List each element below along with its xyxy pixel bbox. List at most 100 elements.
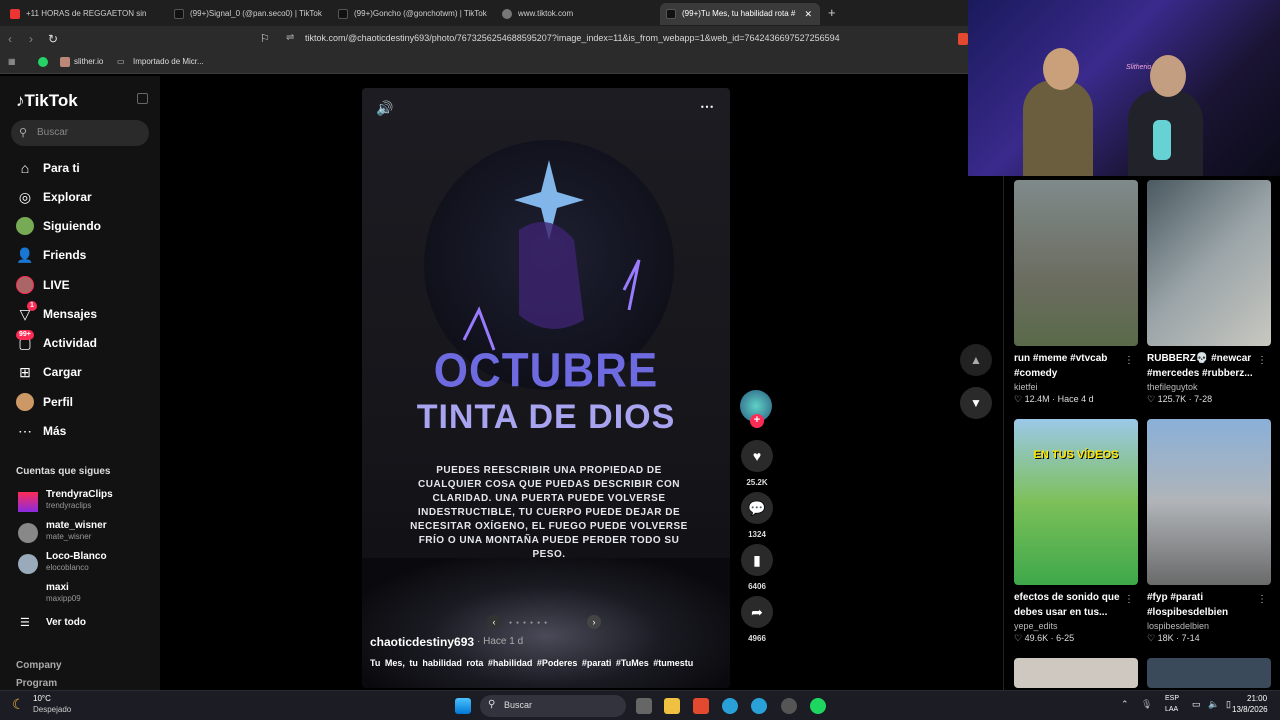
volume-icon[interactable]: 🔊 — [376, 100, 393, 117]
windows-start-icon[interactable] — [455, 698, 471, 714]
close-icon[interactable]: ✕ — [804, 3, 812, 25]
whatsapp-icon[interactable] — [38, 57, 48, 67]
bookmark-slither[interactable]: slither.io — [74, 57, 103, 66]
like-count: 25.2K — [746, 478, 768, 487]
save-button[interactable]: ▮ 6406 — [740, 544, 774, 591]
nav-messages[interactable]: ▽ 1 Mensajes — [16, 301, 146, 325]
edge-icon[interactable] — [722, 698, 738, 714]
nav-more[interactable]: ⋯ Más — [16, 420, 146, 442]
tiktok-logo[interactable]: ♪TikTok — [16, 91, 78, 111]
account-item[interactable]: Loco-Blanco elocoblanco — [16, 551, 146, 579]
account-item[interactable]: maxi maxipp09 — [16, 582, 146, 610]
carousel-prev-icon[interactable]: ‹ — [487, 615, 501, 629]
tab-goncho[interactable]: (99+)Goncho (@gonchotwm) | TikTok — [332, 3, 492, 25]
search-icon: ⚲ — [19, 127, 28, 139]
avatar — [18, 492, 38, 512]
share-button[interactable]: ➦ 4966 — [740, 596, 774, 643]
more-options-icon[interactable]: ⋮ — [1257, 355, 1267, 366]
task-view-icon[interactable] — [636, 698, 652, 714]
video-thumbnail[interactable] — [1147, 658, 1271, 688]
thumbnail-overlay-text: EN TUS VÍDEOS — [1033, 449, 1119, 461]
avatar — [18, 523, 38, 543]
person-left-head — [1043, 48, 1079, 90]
post-author[interactable]: chaoticdestiny693 — [370, 635, 474, 649]
nav-upload[interactable]: ⊞ Cargar — [16, 361, 146, 383]
volume-icon[interactable]: 🔈 — [1208, 699, 1219, 710]
tab-label: (99+)Tu Mes, tu habilidad rota # — [682, 9, 796, 18]
moon-weather-icon: ☾ — [12, 696, 25, 712]
search-input[interactable]: ⚲ Buscar — [11, 120, 149, 146]
nav-friends[interactable]: 👤 Friends — [16, 244, 146, 266]
friends-icon: 👤 — [16, 247, 34, 263]
see-all-button[interactable]: ☰ Ver todo — [16, 616, 146, 644]
nav-profile[interactable]: Perfil — [16, 391, 146, 413]
previous-post-button[interactable]: ▲ — [960, 344, 992, 376]
clock-date: 13/8/2026 — [1232, 705, 1268, 714]
like-button[interactable]: ♥ 25.2K — [740, 440, 774, 487]
collapse-sidebar-icon[interactable] — [137, 93, 148, 104]
carousel-indicator[interactable]: ‹ ●●●●●● › — [487, 615, 607, 629]
language-layout: LAA — [1165, 706, 1179, 713]
carousel-next-icon[interactable]: › — [587, 615, 601, 629]
new-tab-button[interactable]: + — [828, 5, 836, 20]
post-time: · Hace 1 d — [477, 636, 524, 647]
youtube-icon — [10, 9, 20, 19]
more-options-icon[interactable]: ⋯ — [700, 98, 714, 115]
person-left — [1023, 80, 1093, 176]
follow-plus-icon[interactable]: + — [750, 414, 764, 428]
forward-icon[interactable]: › — [29, 32, 33, 46]
nav-explore[interactable]: ◎ Explorar — [16, 186, 146, 208]
footer-company[interactable]: Company — [16, 660, 62, 671]
bookmark-icon[interactable]: ⚐ — [260, 32, 270, 45]
post-media[interactable]: OCTUBRE TINTA DE DIOS PUEDES REESCRIBIR … — [362, 88, 730, 688]
comment-button[interactable]: 💬 1324 — [740, 492, 774, 539]
edge-beta-icon[interactable] — [751, 698, 767, 714]
brave-shield-icon[interactable] — [958, 33, 968, 45]
messages-badge: 1 — [27, 301, 37, 311]
related-stats: ♡ 49.6K · 6-25 — [1014, 633, 1075, 643]
more-options-icon[interactable]: ⋮ — [1257, 594, 1267, 605]
bookmark-imported[interactable]: Importado de Micr... — [133, 57, 204, 66]
back-icon[interactable]: ‹ — [8, 32, 12, 46]
tiktok-note-icon: ♪ — [16, 91, 25, 110]
weather-temp[interactable]: 10°C — [33, 694, 51, 703]
nav-live[interactable]: LIVE — [16, 274, 146, 296]
related-card[interactable]: run #meme #vtvcab #comedy kietfei ♡ 12.4… — [1014, 180, 1138, 405]
brave-icon[interactable] — [693, 698, 709, 714]
related-card[interactable]: #fyp #parati #lospibesdelbien lospibesde… — [1147, 419, 1271, 644]
file-explorer-icon[interactable] — [664, 698, 680, 714]
video-thumbnail[interactable] — [1014, 658, 1138, 688]
battery-icon[interactable]: ▯ — [1226, 699, 1231, 710]
tab-active-post[interactable]: (99+)Tu Mes, tu habilidad rota # ✕ — [660, 3, 820, 25]
footer-program[interactable]: Program — [16, 678, 57, 689]
language-indicator[interactable]: ESP — [1165, 695, 1179, 702]
more-options-icon[interactable]: ⋮ — [1124, 594, 1134, 605]
tab-tiktok-home[interactable]: www.tiktok.com — [496, 3, 646, 25]
related-card[interactable]: EN TUS VÍDEOS efectos de sonido que debe… — [1014, 419, 1138, 644]
tab-signal[interactable]: (99+)Signal_0 (@pan.seco0) | TikTok — [168, 3, 326, 25]
reload-icon[interactable]: ↻ — [48, 32, 58, 46]
account-item[interactable]: TrendyraClips trendyraclips — [16, 489, 146, 517]
tab-reggaeton[interactable]: +11 HORAS de REGGAETON sin — [4, 3, 154, 25]
clock-time[interactable]: 21:00 — [1247, 694, 1267, 703]
more-options-icon[interactable]: ⋮ — [1124, 355, 1134, 366]
next-post-button[interactable]: ▼ — [960, 387, 992, 419]
app-icon[interactable] — [781, 698, 797, 714]
network-icon[interactable]: ▭ — [1192, 699, 1201, 710]
url-field[interactable]: tiktok.com/@chaoticdestiny693/photo/7673… — [305, 33, 840, 43]
mic-icon[interactable]: 🎙 — [1141, 699, 1152, 710]
taskbar-search[interactable]: ⚲ Buscar — [480, 695, 626, 717]
site-info-icon[interactable]: ⇌ — [286, 32, 294, 43]
related-title: RUBBERZ💀 #newcar #mercedes #rubberz... — [1147, 353, 1253, 379]
address-bar-row: ‹ › ↻ ⚐ ⇌ tiktok.com/@chaoticdestiny693/… — [0, 26, 968, 52]
related-card[interactable]: RUBBERZ💀 #newcar #mercedes #rubberz... t… — [1147, 180, 1271, 405]
apps-icon[interactable]: ▦ — [8, 57, 16, 66]
share-count: 4966 — [748, 634, 766, 643]
nav-following[interactable]: Siguiendo — [16, 215, 146, 237]
tray-chevron-icon[interactable]: ⌃ — [1121, 699, 1129, 710]
related-author: lospibesdelbien — [1147, 621, 1210, 631]
spotify-icon[interactable] — [810, 698, 826, 714]
account-item[interactable]: mate_wisner mate_wisner — [16, 520, 146, 548]
nav-activity[interactable]: ▢ 99+ Actividad — [16, 330, 146, 354]
nav-for-you[interactable]: ⌂ Para ti — [16, 157, 146, 179]
